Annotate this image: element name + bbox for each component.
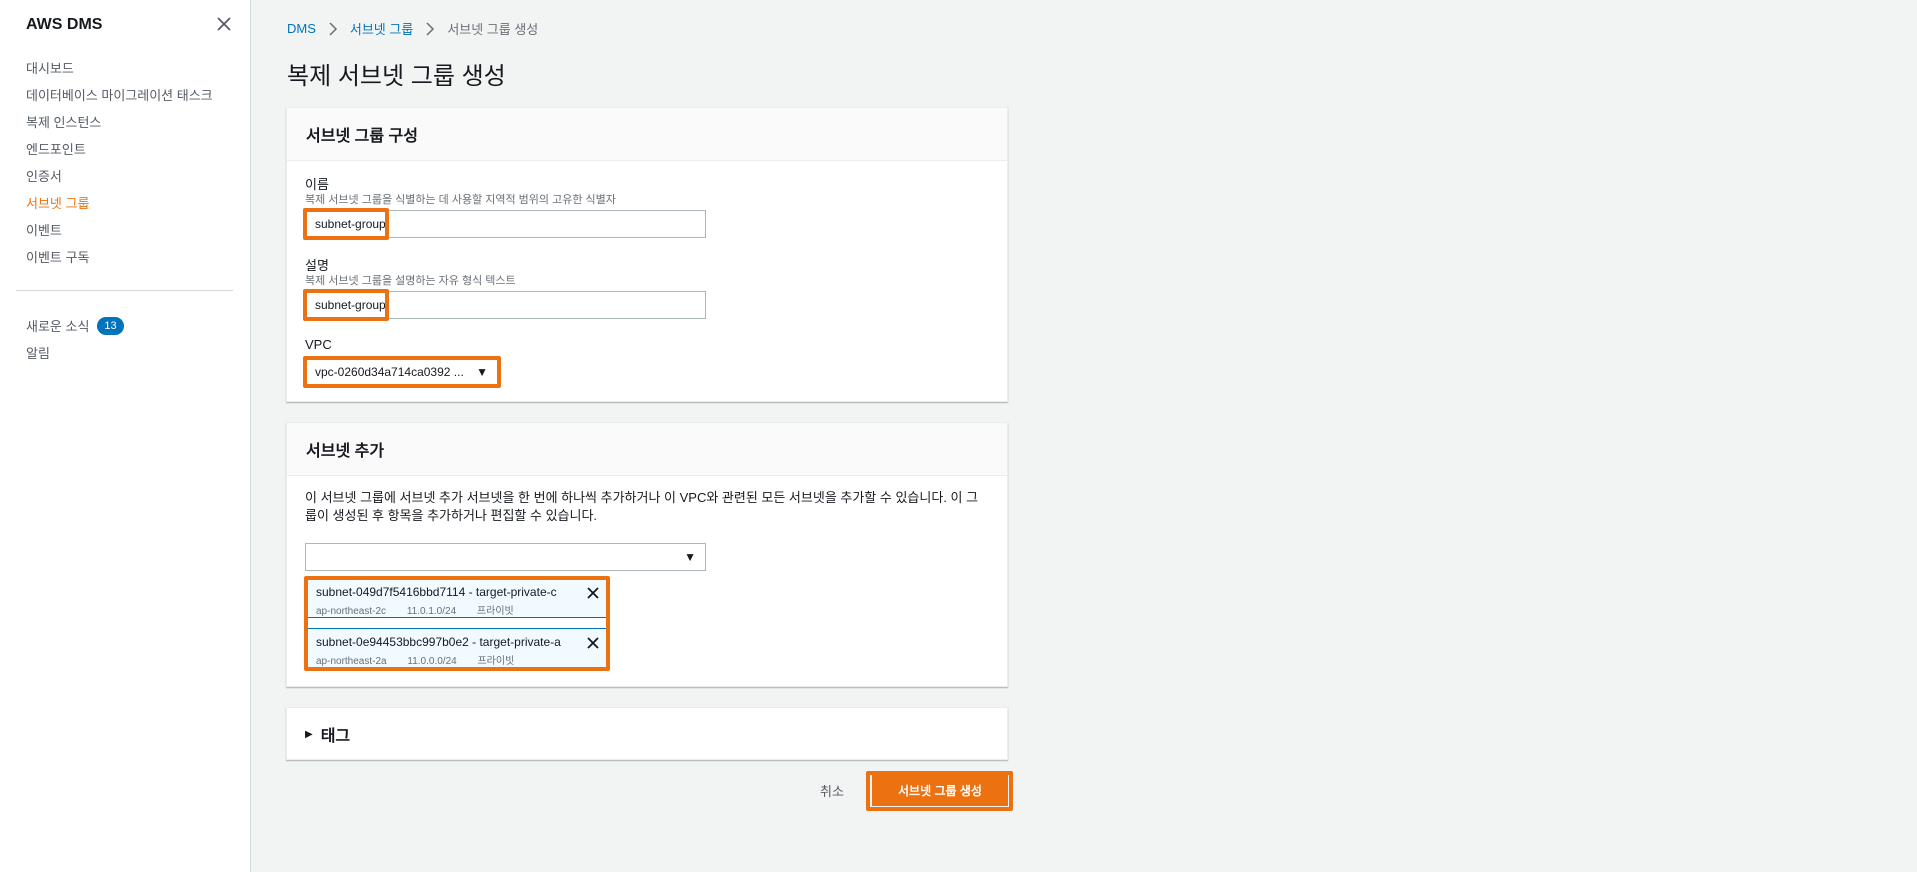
tags-expander[interactable]: ▶ 태그 [287,708,1007,760]
remove-subnet-icon[interactable] [584,584,602,602]
sidebar-item-event-subscriptions[interactable]: 이벤트 구독 [26,248,213,275]
sidebar-item-replication-instances[interactable]: 복제 인스턴스 [26,113,213,140]
chevron-right-icon [420,21,440,36]
sidebar-secondary-nav: 새로운 소식 13 알림 [26,312,124,366]
sidebar-item-endpoints[interactable]: 엔드포인트 [26,140,213,167]
sidebar-item-certificates[interactable]: 인증서 [26,167,213,194]
close-icon[interactable] [214,14,234,34]
name-input[interactable]: subnet-group [305,210,706,238]
whats-new-label: 새로운 소식 [26,319,90,334]
vpc-select-value: vpc-0260d34a714ca0392 ... [315,365,464,379]
create-subnet-group-button[interactable]: 서브넷 그룹 생성 [872,775,1008,806]
caret-down-icon: ▼ [476,365,488,379]
subnets-description: 이 서브넷 그룹에 서브넷 추가 서브넷을 한 번에 하나씩 추가하거나 이 V… [305,490,979,523]
cancel-button[interactable]: 취소 [812,779,852,801]
page-title: 복제 서브넷 그룹 생성 [287,63,506,90]
sidebar-item-migration-tasks[interactable]: 데이터베이스 마이그레이션 태스크 [26,86,213,113]
description-description: 복제 서브넷 그룹을 설명하는 자유 형식 텍스트 [305,275,516,287]
sidebar-nav: 대시보드 데이터베이스 마이그레이션 태스크 복제 인스턴스 엔드포인트 인증서… [26,59,213,275]
config-panel: 서브넷 그룹 구성 이름 복제 서브넷 그룹을 식별하는 데 사용할 지역적 범… [286,107,1008,402]
breadcrumb-subnet-groups[interactable]: 서브넷 그룹 [350,19,413,38]
subnet-token-details: ap-northeast-2a 11.0.0.0/24 프라이빗 [316,652,532,667]
subnet-token: subnet-0e94453bbc997b0e2 - target-privat… [307,628,607,668]
remove-subnet-icon[interactable] [584,634,602,652]
subnet-token-name: subnet-049d7f5416bbd7114 - target-privat… [316,585,557,599]
caret-right-icon: ▶ [305,728,313,740]
name-description: 복제 서브넷 그룹을 식별하는 데 사용할 지역적 범위의 고유한 식별자 [305,194,616,206]
vpc-label: VPC [305,337,332,352]
sidebar-item-alerts[interactable]: 알림 [26,339,124,366]
subnet-token-type: 프라이빗 [476,606,514,617]
tags-heading: 태그 [320,728,351,745]
notification-count-badge: 13 [97,316,124,335]
subnet-token-cidr: 11.0.0.0/24 [407,656,457,667]
sidebar-item-whats-new[interactable]: 새로운 소식 13 [26,312,124,339]
description-input[interactable]: subnet-group [305,291,706,319]
breadcrumb-dms[interactable]: DMS [287,21,316,36]
sidebar-item-dashboard[interactable]: 대시보드 [26,59,213,86]
sidebar-item-subnet-groups[interactable]: 서브넷 그룹 [26,194,213,221]
subnets-panel-heading: 서브넷 추가 [287,423,1007,476]
chevron-right-icon [323,21,343,36]
subnet-select[interactable]: ▼ [305,543,706,571]
sidebar-divider [16,290,233,291]
breadcrumb: DMS 서브넷 그룹 서브넷 그룹 생성 [287,19,538,38]
subnet-token-name: subnet-0e94453bbc997b0e2 - target-privat… [316,635,561,649]
subnet-token-cidr: 11.0.1.0/24 [406,606,457,617]
sidebar: AWS DMS 대시보드 데이터베이스 마이그레이션 태스크 복제 인스턴스 엔… [0,0,251,872]
vpc-select[interactable]: vpc-0260d34a714ca0392 ... ▼ [305,358,498,386]
config-panel-heading: 서브넷 그룹 구성 [287,108,1007,161]
subnet-token: subnet-049d7f5416bbd7114 - target-privat… [307,578,607,618]
subnet-token-az: ap-northeast-2a [316,656,387,667]
subnet-token-type: 프라이빗 [477,656,515,667]
sidebar-item-events[interactable]: 이벤트 [26,221,213,248]
sidebar-title: AWS DMS [26,16,103,33]
breadcrumb-current: 서브넷 그룹 생성 [447,22,539,37]
caret-down-icon: ▼ [684,550,696,564]
subnets-panel: 서브넷 추가 이 서브넷 그룹에 서브넷 추가 서브넷을 한 번에 하나씩 추가… [286,422,1008,687]
subnet-token-details: ap-northeast-2c 11.0.1.0/24 프라이빗 [316,602,532,617]
subnet-token-az: ap-northeast-2c [316,606,387,617]
tags-panel: ▶ 태그 [286,707,1008,760]
